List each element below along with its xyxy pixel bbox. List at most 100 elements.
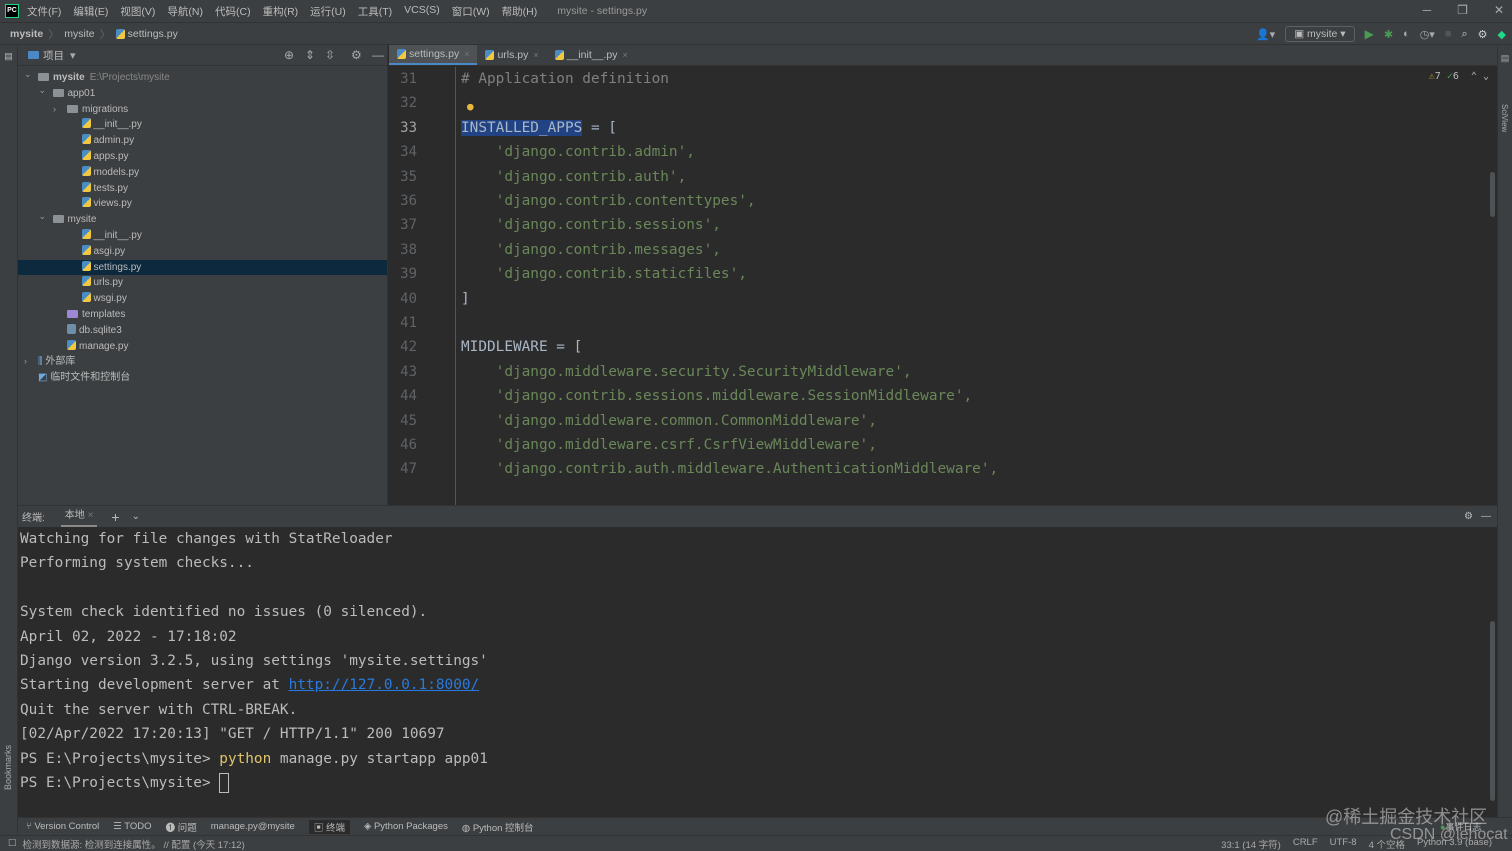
hide-icon[interactable]: — [372,48,384,62]
code-line[interactable]: # Application definition [461,67,669,91]
tool-window-version-control[interactable]: ⑂ Version Control [26,821,99,832]
code-line[interactable]: 'django.contrib.sessions.middleware.Sess… [461,384,973,408]
chevron-down-icon[interactable]: ⌄ [132,511,140,522]
code-line[interactable]: 'django.contrib.auth', [461,165,687,189]
profile-icon[interactable]: ◷▾ [1420,28,1435,41]
coverage-icon[interactable]: ◐ [1403,28,1410,40]
new-terminal-icon[interactable]: + [111,509,119,525]
code-area[interactable]: ⚠7 ✓6 ⌃ ⌄ ● 31 # Application definition 32… [389,67,1497,505]
locate-icon[interactable]: ⊕ [284,48,294,62]
line-separator[interactable]: CRLF [1293,837,1318,851]
code-line[interactable]: 'django.contrib.sessions', [461,213,721,237]
code-line[interactable]: MIDDLEWARE = [ [461,335,582,359]
breadcrumb-project[interactable]: mysite [10,28,43,40]
file-encoding[interactable]: UTF-8 [1330,837,1357,851]
stop-icon[interactable]: ■ [1445,28,1452,40]
search-icon[interactable]: ⌕ [1461,28,1467,41]
menu-item[interactable]: 窗口(W) [452,4,490,19]
bookmarks-tool-icon[interactable]: Bookmarks [3,745,13,790]
inspection-widget[interactable]: ⚠7 ✓6 ⌃ ⌄ [1429,71,1489,82]
chevron-right-icon[interactable]: › [53,102,56,118]
collapse-all-icon[interactable]: ⇳ [325,48,335,62]
code-line[interactable]: 'django.middleware.csrf.CsrfViewMiddlewa… [461,433,877,457]
tree-item[interactable]: asgi.py [18,244,387,260]
database-tool-icon[interactable]: ▤ [1498,53,1512,64]
tool-window--[interactable]: ❶ 问题 [166,820,197,834]
tree-item[interactable]: › ⫼ 外部库 [18,354,387,370]
breadcrumb-file[interactable]: settings.py [128,28,178,40]
chevron-down-icon[interactable]: ⌄ [39,209,47,225]
breadcrumb-folder[interactable]: mysite [64,28,94,40]
tree-item[interactable]: urls.py [18,275,387,291]
gear-icon[interactable]: ⚙ [1478,28,1488,41]
run-config-select[interactable]: ▣ mysite ▾ [1285,26,1355,42]
code-line[interactable]: 'django.contrib.messages', [461,238,721,262]
tree-item[interactable]: ⌄ app01 [18,83,387,102]
status-message[interactable]: 检测到数据源: 检测到连接属性。 // 配置 (今天 17:12) [23,837,245,851]
tree-item[interactable]: ⌄ mysite E:\Projects\mysite [18,67,387,86]
tree-item[interactable]: settings.py [18,259,387,276]
close-tab-icon[interactable]: × [533,50,538,60]
code-line[interactable]: 'django.contrib.auth.middleware.Authenti… [461,457,999,481]
intention-bulb-icon[interactable]: ● [467,100,474,113]
editor-tab[interactable]: __init__.py × [547,45,636,65]
menu-item[interactable]: 帮助(H) [502,4,538,19]
tool-window--[interactable]: ▣ 终端 [308,819,350,834]
code-line[interactable]: ] [461,287,470,311]
close-tab-icon[interactable]: × [622,50,627,60]
hide-icon[interactable]: — [1481,511,1491,522]
terminal-scrollbar[interactable] [1490,621,1495,801]
menu-item[interactable]: 视图(V) [120,4,155,19]
editor-tab[interactable]: urls.py × [477,45,546,65]
tree-item[interactable]: manage.py [18,339,387,355]
editor-scrollbar[interactable] [1490,172,1495,217]
caret-position[interactable]: 33:1 (14 字符) [1221,837,1281,851]
code-line[interactable]: 'django.contrib.admin', [461,140,695,164]
menu-item[interactable]: 重构(R) [263,4,299,19]
tree-item[interactable]: ⌄ mysite [18,209,387,228]
gear-icon[interactable]: ⚙ [1464,511,1473,522]
menu-item[interactable]: 编辑(E) [73,4,108,19]
code-line[interactable]: 'django.contrib.staticfiles', [461,262,747,286]
chevron-right-icon[interactable]: › [24,354,27,370]
gear-icon[interactable]: ⚙ [351,48,362,62]
status-icon[interactable]: ☐ [8,838,17,849]
tree-item[interactable]: wsgi.py [18,291,387,307]
menu-item[interactable]: 文件(F) [27,4,61,19]
tool-window-todo[interactable]: ☰ TODO [113,821,151,832]
tree-item[interactable]: tests.py [18,181,387,197]
user-icon[interactable]: 👤▾ [1256,28,1275,41]
server-link[interactable]: http://127.0.0.1:8000/ [289,677,480,693]
code-line[interactable]: 'django.middleware.security.SecurityMidd… [461,360,912,384]
close-tab-icon[interactable]: × [464,49,469,59]
jetbrains-icon[interactable]: ◆ [1498,28,1506,41]
tree-item[interactable]: ◩ 临时文件和控制台 [18,370,387,386]
tree-item[interactable]: __init__.py [18,228,387,244]
tree-item[interactable]: __init__.py [18,117,387,133]
tool-window-manage-py-mysite[interactable]: manage.py@mysite [211,821,295,832]
menu-item[interactable]: VCS(S) [404,4,440,19]
chevron-down-icon[interactable]: ⌄ [39,83,47,99]
terminal-cursor[interactable] [219,773,230,793]
sciview-tool-icon[interactable]: SciView [1500,104,1509,132]
project-view-select[interactable]: 项目 [43,48,64,63]
code-line[interactable]: 'django.middleware.common.CommonMiddlewa… [461,409,877,433]
run-icon[interactable]: ▶ [1365,27,1374,41]
editor-tab[interactable]: settings.py × [389,45,478,65]
code-line[interactable]: 'django.contrib.contenttypes', [461,189,756,213]
menu-item[interactable]: 运行(U) [310,4,346,19]
terminal-tab-local[interactable]: 本地 × [60,506,98,527]
tree-item[interactable]: templates [18,307,387,323]
minimize-button[interactable]: ─ [1423,3,1432,17]
tree-item[interactable]: apps.py [18,149,387,165]
tree-item[interactable]: db.sqlite3 [18,323,387,339]
menu-item[interactable]: 工具(T) [358,4,392,19]
expand-all-icon[interactable]: ⇕ [305,48,315,62]
chevron-down-icon[interactable]: ⌄ [24,67,32,83]
project-tool-icon[interactable]: ▤ [0,51,17,62]
tree-item[interactable]: admin.py [18,133,387,149]
code-line[interactable]: INSTALLED_APPS = [ [461,116,617,140]
tree-item[interactable]: models.py [18,165,387,181]
menu-item[interactable]: 导航(N) [167,4,203,19]
tool-window-python-packages[interactable]: ◈ Python Packages [364,821,448,832]
